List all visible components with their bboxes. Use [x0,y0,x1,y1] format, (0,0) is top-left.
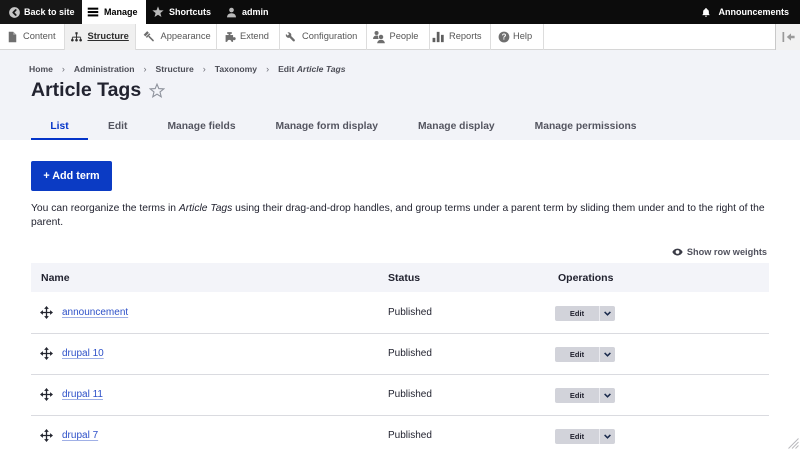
svg-text:?: ? [502,32,507,41]
